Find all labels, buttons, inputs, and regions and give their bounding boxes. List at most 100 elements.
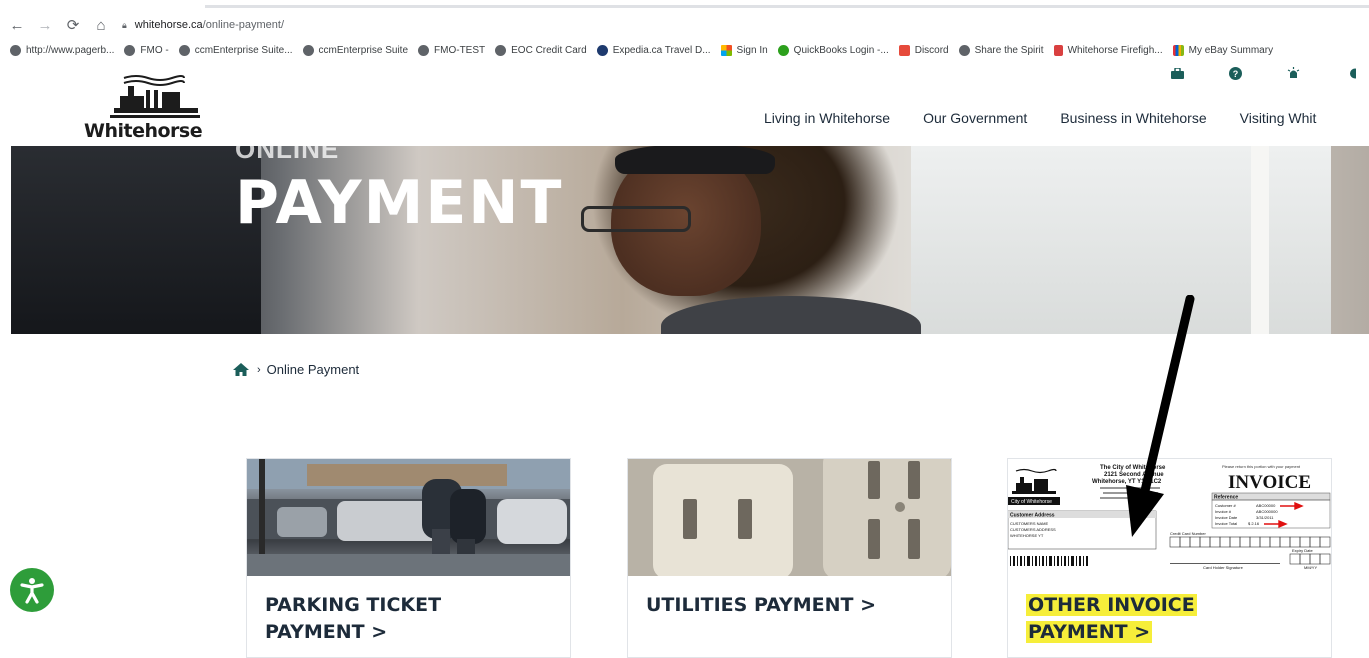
bookmark-item[interactable]: http://www.pagerb... [10,44,114,56]
lock-icon: 🔒︎ [122,19,127,30]
quickbooks-icon [777,44,789,56]
globe-icon [178,44,190,56]
logo-wordmark: Whitehorse [84,120,203,142]
bookmark-item[interactable]: Expedia.ca Travel D... [596,44,711,56]
parking-meter-image [247,459,570,576]
invoice-field-value: $ 2.16 [1248,521,1260,526]
hero-person-headwrap [615,146,775,174]
utility-icons: ? [1170,66,1369,80]
bookmark-item[interactable]: Whitehorse Firefigh... [1053,44,1163,56]
highlighted-text: PAYMENT > [1026,621,1153,643]
invoice-org-line1: The City of Whitehorse [1100,465,1166,471]
bookmark-item[interactable]: EOC Credit Card [495,44,587,56]
card-label[interactable]: UTILITIES PAYMENT > [646,592,876,619]
electrical-outlet-image [628,459,951,576]
whitehorse-logo[interactable]: Whitehorse [84,72,214,142]
browser-chrome: ← → ⟳ ⌂ 🔒︎ whitehorse.ca/online-payment/… [0,0,1369,62]
invoice-field-value: ABC000000 [1256,509,1278,514]
parking-ticket-card[interactable]: PARKING TICKET PAYMENT > [246,458,571,658]
chevron-right-icon: › [257,363,261,376]
bookmark-item[interactable]: FMO-TEST [418,44,485,56]
invoice-customer-line: CUSTOMERS NAME [1010,521,1048,526]
back-icon[interactable]: ← [6,14,28,36]
nav-visiting-whitehorse[interactable]: Visiting Whit [1240,110,1317,126]
invoice-field-value: 3/31/2011 [1256,515,1274,520]
url-host: whitehorse.ca [134,19,203,31]
invoice-field-label: Invoice Date [1215,515,1238,520]
bookmark-item[interactable]: Discord [898,44,949,56]
invoice-org-line2: 2121 Second Avenue [1104,472,1164,478]
highlighted-text: OTHER INVOICE [1026,594,1197,616]
url-path: /online-payment/ [202,19,284,31]
invoice-field-label: Customer # [1215,503,1236,508]
globe-icon [958,44,970,56]
tab-strip [205,5,1369,8]
bookmark-item[interactable]: ccmEnterprise Suite [302,44,408,56]
globe-icon [124,44,136,56]
bookmark-item[interactable]: ccmEnterprise Suite... [178,44,293,56]
bookmark-item[interactable]: Share the Spirit [958,44,1044,56]
menu-dot-icon[interactable] [1344,66,1358,80]
invoice-heading: INVOICE [1228,472,1311,493]
main-navigation: Living in Whitehorse Our Government Busi… [764,110,1349,126]
home-icon[interactable] [233,362,249,377]
home-icon[interactable]: ⌂ [90,14,112,36]
invoice-return-note: Please return this portion with your pay… [1222,464,1301,469]
globe-icon [302,44,314,56]
reload-icon[interactable]: ⟳ [62,14,84,36]
invoice-field-label: Invoice # [1215,509,1232,514]
nav-business-in-whitehorse[interactable]: Business in Whitehorse [1060,110,1206,126]
other-invoice-card[interactable]: City of Whitehorse The City of Whitehors… [1007,458,1332,658]
page-title: PAYMENT [235,168,564,238]
sternwheeler-logo-icon [110,75,200,118]
barcode-icon [1010,556,1088,566]
hero-window-frame [1251,146,1269,334]
globe-icon [418,44,430,56]
forward-icon[interactable]: → [34,14,56,36]
bookmark-item[interactable]: My eBay Summary [1172,44,1273,56]
invoice-field-label: Invoice Total [1215,521,1237,526]
invoice-field-value: ABC00000 [1256,503,1276,508]
invoice-reference: Reference [1214,495,1238,501]
nav-living-in-whitehorse[interactable]: Living in Whitehorse [764,110,890,126]
hero-banner: ONLINE PAYMENT [11,146,1369,334]
hero-monitor [11,146,261,334]
globe-icon [495,44,507,56]
invoice-org-line3: Whitehorse, YT Y1A 1C2 [1092,479,1162,485]
invoice-signature: Card Holder Signature [1203,565,1244,570]
card-label[interactable]: OTHER INVOICE PAYMENT > [1026,592,1197,646]
alert-icon[interactable] [1286,66,1300,80]
invoice-customer-line: CUSTOMERS ADDRESS [1010,527,1056,532]
invoice-customer-line: WHITEHORSE YT [1010,533,1044,538]
expedia-icon [596,44,608,56]
nav-our-government[interactable]: Our Government [923,110,1027,126]
discord-icon [898,44,910,56]
breadcrumb: › Online Payment [233,362,359,377]
bookmark-item[interactable]: Sign In [720,44,768,56]
invoice-mmyy: MM/YY [1304,565,1317,570]
bookmark-item[interactable]: QuickBooks Login -... [777,44,889,56]
card-label[interactable]: PARKING TICKET PAYMENT > [265,592,441,646]
invoice-card-number: Credit Card Number [1170,531,1206,536]
accessibility-icon[interactable] [10,568,54,612]
invoice-thumbnail: City of Whitehorse The City of Whitehors… [1008,459,1331,576]
hero-subtitle: ONLINE [235,146,340,164]
site-header: Whitehorse ? Living in Whitehorse Our Go… [0,62,1369,146]
utilities-payment-card[interactable]: UTILITIES PAYMENT > [627,458,952,658]
bookmarks-bar: http://www.pagerb... FMO - ccmEnterprise… [0,40,1369,60]
globe-icon [10,44,21,56]
svg-text:?: ? [1232,69,1238,79]
invoice-expiry: Expiry Date [1292,548,1313,553]
help-icon[interactable]: ? [1228,66,1242,80]
firefighter-icon [1053,44,1063,56]
briefcase-icon[interactable] [1170,66,1184,80]
invoice-customer-address: Customer Address [1010,513,1055,519]
microsoft-icon [720,44,732,56]
invoice-city-label: City of Whitehorse [1011,499,1052,505]
browser-toolbar: ← → ⟳ ⌂ 🔒︎ whitehorse.ca/online-payment/ [0,14,1369,36]
address-bar[interactable]: 🔒︎ whitehorse.ca/online-payment/ [122,14,284,36]
breadcrumb-current: Online Payment [266,362,360,377]
ebay-icon [1172,44,1184,56]
hero-person-glasses [581,206,691,232]
bookmark-item[interactable]: FMO - [124,44,169,56]
